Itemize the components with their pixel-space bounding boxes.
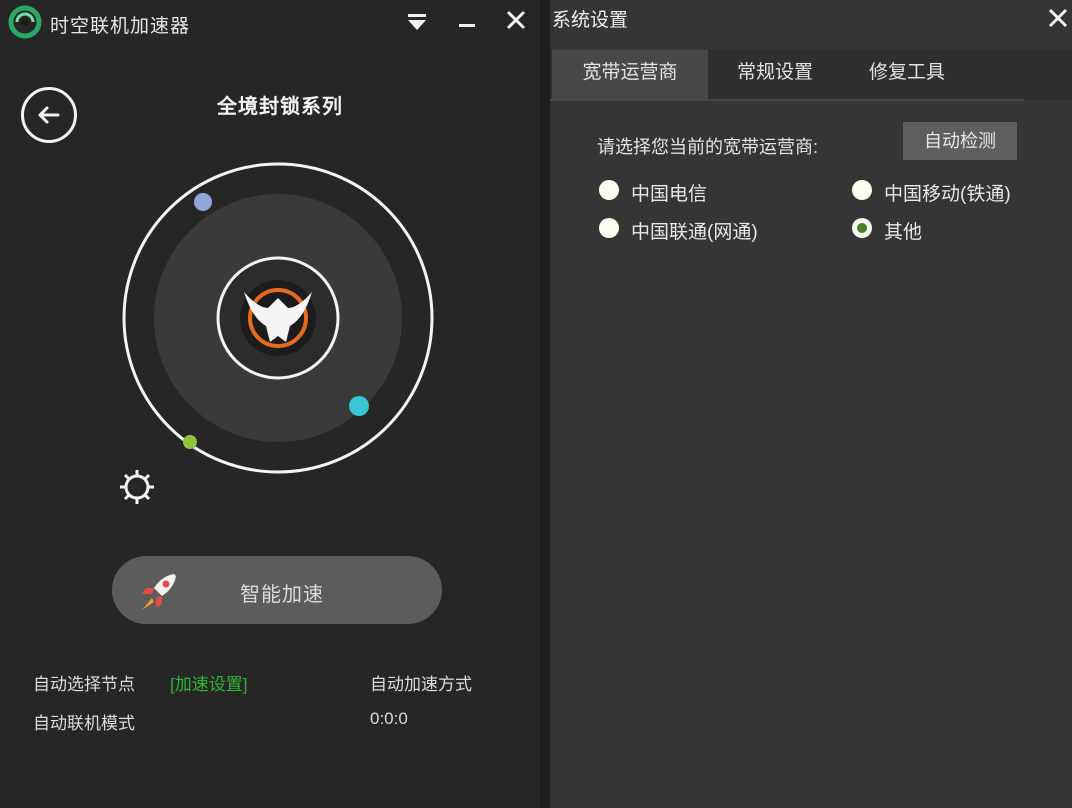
auto-accel-mode-label: 自动加速方式 [370, 675, 472, 694]
auto-detect-button[interactable]: 自动检测 [903, 122, 1017, 160]
back-button[interactable] [21, 87, 77, 143]
radio-china-telecom[interactable]: 中国电信 [599, 177, 799, 205]
accel-settings-link[interactable]: [加速设置] [170, 670, 247, 695]
accelerator-main-panel: 时空联机加速器 全境封锁系列 智能加速 自动选择节点 [加速设置] 自动加速方式… [0, 0, 540, 808]
gear-icon[interactable] [116, 466, 158, 508]
radio-indicator [599, 180, 619, 200]
radio-indicator-selected [852, 218, 872, 238]
game-title: 全境封锁系列 [217, 96, 343, 118]
minimize-icon [459, 24, 475, 27]
back-arrow-icon [38, 106, 60, 124]
isp-prompt: 请选择您当前的宽带运营商: [597, 137, 818, 157]
acceleration-orbit [122, 162, 434, 474]
tab-general-settings[interactable]: 常规设置 [708, 50, 842, 100]
close-button[interactable] [500, 6, 532, 36]
settings-close-icon[interactable] [1046, 6, 1070, 30]
radio-china-mobile[interactable]: 中国移动(铁通) [852, 177, 1052, 205]
settings-tabs: 宽带运营商 常规设置 修复工具 [550, 50, 1072, 100]
system-settings-panel: 系统设置 宽带运营商 常规设置 修复工具 请选择您当前的宽带运营商: 自动检测 … [550, 0, 1072, 808]
settings-title: 系统设置 [552, 10, 629, 31]
orbit-dot-green [183, 435, 197, 449]
orbit-dot-cyan [349, 396, 369, 416]
smart-accelerate-button[interactable]: 智能加速 [112, 556, 442, 624]
menu-dropdown-icon [408, 14, 426, 30]
minimize-button[interactable] [451, 6, 483, 36]
menu-dropdown-button[interactable] [401, 6, 433, 36]
tab-repair-tools[interactable]: 修复工具 [842, 50, 972, 100]
radio-other[interactable]: 其他 [852, 215, 1052, 243]
radio-label: 中国联通(网通) [631, 222, 758, 243]
radio-label: 中国电信 [631, 184, 708, 205]
radio-label: 其他 [884, 222, 923, 243]
auto-node-label: 自动选择节点 [33, 675, 135, 694]
elapsed-timer: 0:0:0 [370, 709, 408, 728]
tab-underline [550, 99, 1024, 101]
app-logo-icon [8, 5, 42, 39]
radio-indicator [599, 218, 619, 238]
app-title: 时空联机加速器 [50, 16, 191, 37]
orbit-dot-blue [194, 193, 212, 211]
game-emblem-icon [240, 280, 316, 356]
close-icon [506, 10, 526, 30]
title-bar: 时空联机加速器 [0, 0, 540, 44]
auto-connect-mode-label: 自动联机模式 [33, 714, 135, 733]
radio-label: 中国移动(铁通) [884, 184, 1011, 205]
tab-broadband-isp[interactable]: 宽带运营商 [552, 50, 708, 100]
panel-divider [540, 0, 550, 808]
radio-china-unicom[interactable]: 中国联通(网通) [599, 215, 799, 243]
smart-accelerate-label: 智能加速 [240, 584, 324, 606]
radio-indicator [852, 180, 872, 200]
